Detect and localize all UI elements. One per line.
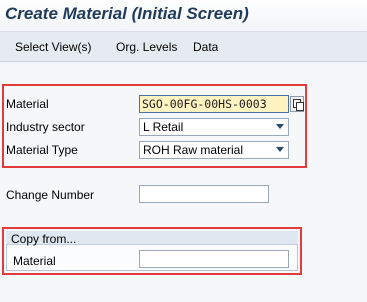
menu-data[interactable]: Data — [193, 40, 218, 54]
menu-org-levels[interactable]: Org. Levels — [116, 40, 177, 54]
material-type-label: Material Type — [6, 143, 78, 157]
change-number-label: Change Number — [6, 188, 95, 202]
material-type-value: ROH Raw material — [143, 143, 244, 157]
industry-sector-label: Industry sector — [6, 120, 85, 134]
industry-sector-value: L Retail — [143, 120, 184, 134]
material-input[interactable]: SGO-00FG-00HS-0003 — [139, 95, 289, 113]
industry-sector-select[interactable]: L Retail — [139, 118, 289, 136]
highlight-copy-from — [2, 227, 302, 275]
title-bar: Create Material (Initial Screen) — [0, 0, 367, 32]
chevron-down-icon[interactable] — [276, 124, 284, 129]
material-label: Material — [6, 97, 49, 111]
copy-icon[interactable] — [290, 96, 304, 112]
material-type-select[interactable]: ROH Raw material — [139, 141, 289, 159]
menu-select-views[interactable]: Select View(s) — [15, 40, 91, 54]
chevron-down-icon[interactable] — [276, 147, 284, 152]
menu-bar: Select View(s) Org. Levels Data — [0, 32, 367, 62]
change-number-input[interactable] — [139, 185, 269, 203]
page-title: Create Material (Initial Screen) — [5, 4, 249, 23]
